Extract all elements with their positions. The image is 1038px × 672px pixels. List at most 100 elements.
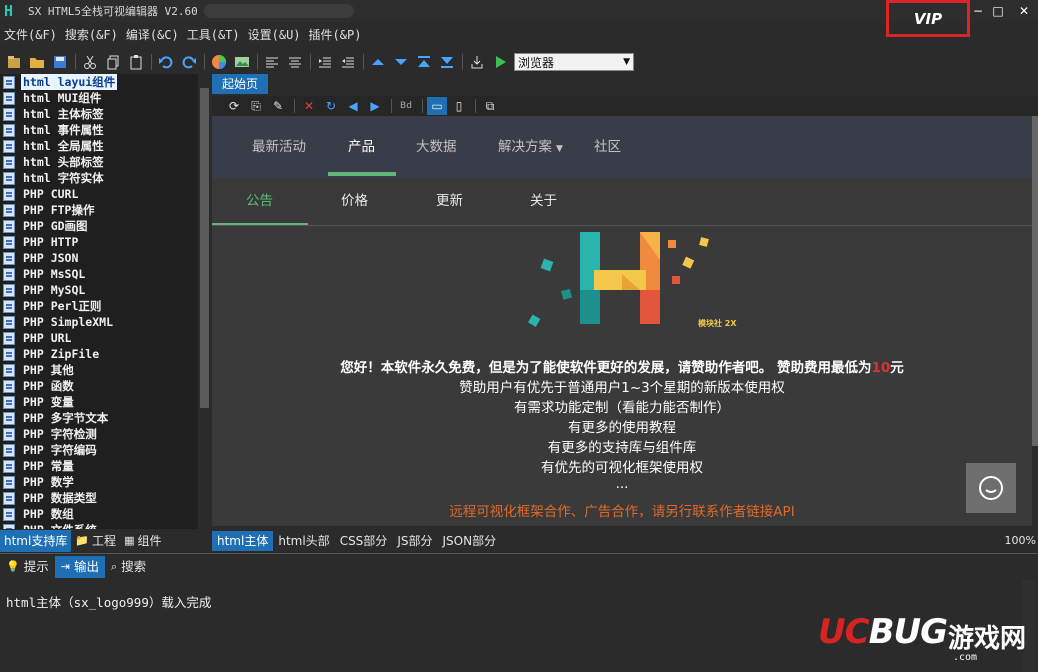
reload-icon[interactable]: ↻ — [321, 97, 341, 115]
stop-icon[interactable]: ✕ — [299, 97, 319, 115]
minimize-button[interactable]: − — [968, 2, 988, 20]
tab-search[interactable]: ⌕ 搜索 — [105, 556, 152, 578]
move-bottom-icon[interactable] — [436, 52, 458, 72]
tree-item[interactable]: PHP URL — [0, 330, 198, 346]
preview-scrollbar-thumb[interactable] — [1032, 116, 1038, 446]
color-picker-icon[interactable] — [208, 52, 230, 72]
tree-item[interactable]: PHP 函数 — [0, 378, 198, 394]
vip-button[interactable]: VIP — [886, 0, 970, 37]
indent-icon[interactable] — [314, 52, 336, 72]
chat-bubble-button[interactable] — [966, 463, 1016, 513]
nav-community[interactable]: 社区 — [594, 116, 621, 178]
tab-announcement[interactable]: 公告 — [246, 178, 273, 226]
tree-item[interactable]: PHP 字符检测 — [0, 426, 198, 442]
tab-updates[interactable]: 更新 — [436, 178, 463, 226]
tree-item[interactable]: PHP SimpleXML — [0, 314, 198, 330]
open-folder-icon[interactable] — [26, 52, 48, 72]
tab-price[interactable]: 价格 — [341, 178, 368, 226]
tree-scrollbar[interactable] — [198, 74, 211, 529]
move-up-icon[interactable] — [367, 52, 389, 72]
paste-icon[interactable] — [125, 52, 147, 72]
tree-item[interactable]: PHP CURL — [0, 186, 198, 202]
menu-settings[interactable]: 设置(&U) — [244, 26, 305, 43]
window-title: SX HTML5全栈可视编辑器 V2.60 — [28, 5, 198, 18]
menu-file[interactable]: 文件(&F) — [0, 26, 61, 43]
tab-html-body[interactable]: html主体 — [212, 531, 274, 551]
tree-item[interactable]: PHP 字符编码 — [0, 442, 198, 458]
menu-search[interactable]: 搜索(&F) — [61, 26, 122, 43]
tree-item[interactable]: PHP 数学 — [0, 474, 198, 490]
tree-item[interactable]: PHP 变量 — [0, 394, 198, 410]
tree-item[interactable]: PHP 常量 — [0, 458, 198, 474]
tree-item[interactable]: PHP 其他 — [0, 362, 198, 378]
tab-js[interactable]: JS部分 — [392, 531, 437, 551]
tab-json[interactable]: JSON部分 — [437, 531, 501, 551]
tree-item[interactable]: PHP GD画图 — [0, 218, 198, 234]
tree-item[interactable]: PHP 文件系统 — [0, 522, 198, 529]
tab-components[interactable]: ▦ 组件 — [120, 530, 165, 552]
move-down-icon[interactable] — [390, 52, 412, 72]
open-page-icon[interactable]: ⎘ — [246, 97, 266, 115]
file-icon — [3, 251, 15, 265]
tree-item[interactable]: PHP 数组 — [0, 506, 198, 522]
cut-icon[interactable] — [79, 52, 101, 72]
tab-css[interactable]: CSS部分 — [335, 531, 393, 551]
new-project-icon[interactable] — [3, 52, 25, 72]
tree-item[interactable]: PHP MySQL — [0, 282, 198, 298]
tab-project[interactable]: 📁 工程 — [71, 530, 120, 552]
tree-item[interactable]: html 头部标签 — [0, 154, 198, 170]
tree-item[interactable]: PHP MsSQL — [0, 266, 198, 282]
maximize-button[interactable]: □ — [988, 2, 1008, 20]
tab-about[interactable]: 关于 — [530, 178, 557, 226]
align-left-icon[interactable] — [261, 52, 283, 72]
tree-item[interactable]: PHP 多字节文本 — [0, 410, 198, 426]
tree-item[interactable]: html layui组件 — [0, 74, 198, 90]
move-top-icon[interactable] — [413, 52, 435, 72]
tree-item[interactable]: PHP FTP操作 — [0, 202, 198, 218]
menu-tools[interactable]: 工具(&T) — [183, 26, 244, 43]
mobile-view-icon[interactable]: ▯ — [449, 97, 469, 115]
tab-start-page[interactable]: 起始页 — [212, 74, 269, 94]
close-button[interactable]: ✕ — [1014, 2, 1034, 20]
back-icon[interactable]: ◀ — [343, 97, 363, 115]
run-icon[interactable] — [489, 52, 511, 72]
tree-item[interactable]: PHP HTTP — [0, 234, 198, 250]
outdent-icon[interactable] — [337, 52, 359, 72]
export-icon[interactable] — [466, 52, 488, 72]
forward-icon[interactable]: ▶ — [365, 97, 385, 115]
undo-icon[interactable] — [155, 52, 177, 72]
baidu-icon[interactable]: Bd — [396, 97, 416, 115]
desktop-view-icon[interactable]: ▭ — [427, 97, 447, 115]
tree-item[interactable]: PHP ZipFile — [0, 346, 198, 362]
nav-products[interactable]: 产品 — [348, 116, 375, 178]
screenshot-icon[interactable]: ⧉ — [480, 97, 500, 115]
copy-icon[interactable] — [102, 52, 124, 72]
preview-scrollbar[interactable] — [1032, 116, 1038, 526]
nav-big-data[interactable]: 大数据 — [416, 116, 457, 178]
tab-output[interactable]: ⇥ 输出 — [54, 556, 105, 578]
nav-solutions[interactable]: 解决方案 ▼ — [498, 116, 563, 178]
tree-item[interactable]: PHP 数据类型 — [0, 490, 198, 506]
cooperation-link[interactable]: 远程可视化框架合作、广告合作，请另行联系作者链接API — [212, 500, 1032, 520]
tree-item[interactable]: html MUI组件 — [0, 90, 198, 106]
tree-item[interactable]: html 事件属性 — [0, 122, 198, 138]
tree-item[interactable]: PHP Perl正则 — [0, 298, 198, 314]
tab-html-head[interactable]: html头部 — [273, 531, 334, 551]
nav-latest-activity[interactable]: 最新活动 — [252, 116, 306, 178]
tab-tips[interactable]: 💡 提示 — [0, 556, 55, 578]
tree-item[interactable]: html 全局属性 — [0, 138, 198, 154]
redo-icon[interactable] — [178, 52, 200, 72]
menu-plugins[interactable]: 插件(&P) — [305, 26, 366, 43]
align-center-icon[interactable] — [284, 52, 306, 72]
browser-select[interactable]: 浏览器 ▼ — [514, 53, 634, 71]
edit-page-icon[interactable]: ✎ — [268, 97, 288, 115]
refresh-page-icon[interactable]: ⟳ — [224, 97, 244, 115]
tree-item[interactable]: PHP JSON — [0, 250, 198, 266]
image-icon[interactable] — [231, 52, 253, 72]
tree-item[interactable]: html 主体标签 — [0, 106, 198, 122]
tree-item[interactable]: html 字符实体 — [0, 170, 198, 186]
tab-html-support-library[interactable]: html支持库 — [0, 529, 72, 552]
tree-scrollbar-thumb[interactable] — [200, 88, 209, 408]
save-icon[interactable] — [49, 52, 71, 72]
menu-compile[interactable]: 编译(&C) — [122, 26, 183, 43]
